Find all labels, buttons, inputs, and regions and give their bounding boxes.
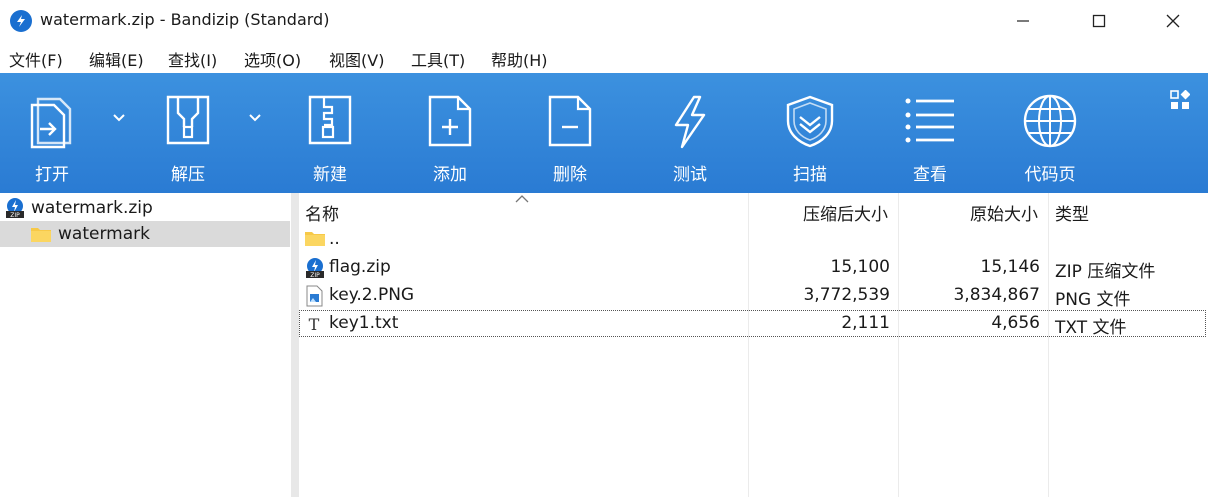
file-name: .. bbox=[329, 229, 340, 249]
file-packed-size: 15,100 bbox=[830, 257, 890, 277]
globe-icon bbox=[1023, 94, 1077, 148]
menu-help[interactable]: 帮助(H) bbox=[491, 47, 548, 71]
folder-icon bbox=[31, 228, 51, 242]
table-row[interactable]: ZIP flag.zip 15,100 15,146 ZIP 压缩文件 bbox=[299, 254, 1206, 282]
add-file-icon bbox=[428, 95, 472, 147]
new-archive-button[interactable]: 新建 bbox=[280, 73, 380, 193]
minimize-icon bbox=[1017, 20, 1029, 22]
layout-grid-icon[interactable] bbox=[1170, 90, 1190, 110]
file-original-size: 3,834,867 bbox=[953, 285, 1040, 305]
delete-file-icon bbox=[548, 95, 592, 147]
delete-button[interactable]: 删除 bbox=[520, 73, 620, 193]
codepage-label: 代码页 bbox=[1024, 165, 1076, 185]
test-label: 测试 bbox=[673, 165, 707, 185]
pane-splitter[interactable] bbox=[291, 193, 299, 497]
zip-archive-icon: ZIP bbox=[6, 198, 24, 219]
codepage-button[interactable]: 代码页 bbox=[1000, 73, 1100, 193]
test-button[interactable]: 测试 bbox=[640, 73, 740, 193]
view-button[interactable]: 查看 bbox=[880, 73, 980, 193]
window-title: watermark.zip - Bandizip (Standard) bbox=[40, 10, 330, 29]
column-header-original[interactable]: 原始大小 bbox=[970, 200, 1038, 225]
file-type: ZIP 压缩文件 bbox=[1055, 262, 1156, 282]
file-list-pane: 名称 压缩后大小 原始大小 类型 .. ZIP flag.zip 15,100 … bbox=[299, 193, 1208, 497]
table-row[interactable]: .. bbox=[299, 226, 1206, 253]
maximize-icon bbox=[1092, 14, 1106, 28]
menu-find[interactable]: 查找(I) bbox=[168, 47, 217, 71]
file-packed-size: 2,111 bbox=[841, 313, 890, 333]
column-header-name[interactable]: 名称 bbox=[305, 200, 339, 225]
menu-tools[interactable]: 工具(T) bbox=[411, 47, 465, 71]
close-button[interactable] bbox=[1138, 0, 1208, 42]
file-name: flag.zip bbox=[329, 257, 391, 277]
tree-item-archive[interactable]: ZIP watermark.zip bbox=[4, 197, 153, 219]
column-header: 名称 压缩后大小 原始大小 类型 bbox=[299, 193, 1208, 225]
file-name: key1.txt bbox=[329, 313, 399, 333]
extract-zipper-icon bbox=[166, 95, 210, 145]
view-label: 查看 bbox=[913, 165, 947, 185]
add-button[interactable]: 添加 bbox=[400, 73, 500, 193]
file-packed-size: 3,772,539 bbox=[803, 285, 890, 305]
svg-text:ZIP: ZIP bbox=[310, 272, 320, 279]
file-type: TXT 文件 bbox=[1055, 318, 1127, 338]
maximize-button[interactable] bbox=[1064, 0, 1134, 42]
scan-label: 扫描 bbox=[793, 165, 827, 185]
txt-file-icon: T bbox=[309, 315, 320, 334]
extract-label: 解压 bbox=[171, 165, 205, 185]
file-original-size: 4,656 bbox=[991, 313, 1040, 333]
close-icon bbox=[1166, 14, 1180, 28]
zip-file-icon: ZIP bbox=[306, 258, 324, 279]
folder-icon bbox=[305, 232, 325, 246]
sort-ascending-icon bbox=[515, 195, 529, 203]
table-row[interactable]: key.2.PNG 3,772,539 3,834,867 PNG 文件 bbox=[299, 282, 1206, 310]
menu-edit[interactable]: 编辑(E) bbox=[89, 47, 144, 71]
open-button[interactable]: 打开 bbox=[2, 73, 102, 193]
menu-file[interactable]: 文件(F) bbox=[9, 47, 63, 71]
extract-button[interactable]: 解压 bbox=[138, 73, 238, 193]
tree-root-label: watermark.zip bbox=[31, 198, 153, 218]
png-file-icon bbox=[306, 285, 323, 307]
column-header-type[interactable]: 类型 bbox=[1055, 200, 1089, 225]
menu-view[interactable]: 视图(V) bbox=[329, 47, 384, 71]
scan-button[interactable]: 扫描 bbox=[760, 73, 860, 193]
chevron-down-icon[interactable] bbox=[248, 113, 262, 123]
shield-icon bbox=[786, 95, 834, 148]
title-bar: watermark.zip - Bandizip (Standard) bbox=[0, 0, 1208, 42]
open-label: 打开 bbox=[35, 165, 69, 185]
menu-options[interactable]: 选项(O) bbox=[244, 47, 301, 71]
table-row[interactable]: T key1.txt 2,111 4,656 TXT 文件 bbox=[299, 310, 1206, 338]
tree-item-watermark-folder[interactable]: watermark bbox=[0, 221, 290, 247]
menu-bar: 文件(F) 编辑(E) 查找(I) 选项(O) 视图(V) 工具(T) 帮助(H… bbox=[0, 42, 1208, 73]
chevron-down-icon[interactable] bbox=[112, 113, 126, 123]
list-view-icon bbox=[905, 98, 954, 143]
file-original-size: 15,146 bbox=[980, 257, 1040, 277]
minimize-button[interactable] bbox=[988, 0, 1058, 42]
folder-tree-pane: ZIP watermark.zip watermark bbox=[0, 193, 291, 497]
new-archive-icon bbox=[308, 95, 352, 145]
svg-text:T: T bbox=[309, 315, 320, 334]
file-name: key.2.PNG bbox=[329, 285, 415, 305]
new-label: 新建 bbox=[313, 165, 347, 185]
file-type: PNG 文件 bbox=[1055, 290, 1131, 310]
lightning-icon bbox=[674, 95, 706, 149]
delete-label: 删除 bbox=[553, 165, 587, 185]
column-header-packed[interactable]: 压缩后大小 bbox=[803, 200, 888, 225]
bandizip-app-icon bbox=[10, 10, 32, 32]
toolbar: 打开 解压 新建 添加 删除 测试 扫描 查看 代码页 bbox=[0, 73, 1208, 193]
add-label: 添加 bbox=[433, 165, 467, 185]
svg-text:ZIP: ZIP bbox=[10, 212, 20, 219]
open-icon bbox=[30, 97, 72, 149]
tree-child-label: watermark bbox=[58, 224, 150, 244]
